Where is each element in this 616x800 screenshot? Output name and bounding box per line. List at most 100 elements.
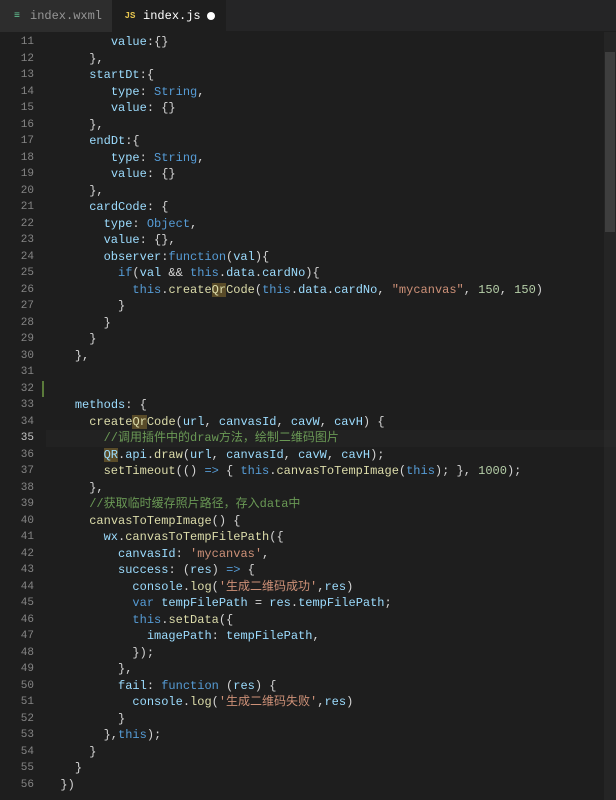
line-number: 40 [6,513,34,530]
line-number: 45 [6,595,34,612]
code-line[interactable]: //调用插件中的draw方法，绘制二维码图片 [46,430,616,447]
line-number: 18 [6,150,34,167]
code-line[interactable]: var tempFilePath = res.tempFilePath; [46,595,616,612]
code-line[interactable]: }, [46,480,616,497]
code-line[interactable]: startDt:{ [46,67,616,84]
code-line[interactable]: }, [46,661,616,678]
line-number: 19 [6,166,34,183]
line-number: 43 [6,562,34,579]
code-line[interactable]: wx.canvasToTempFilePath({ [46,529,616,546]
code-line[interactable]: imagePath: tempFilePath, [46,628,616,645]
code-line[interactable]: observer:function(val){ [46,249,616,266]
code-line[interactable]: } [46,760,616,777]
line-number: 41 [6,529,34,546]
code-area[interactable]: value:{} }, startDt:{ type: String, valu… [46,32,616,800]
line-number: 31 [6,364,34,381]
code-line[interactable]: type: String, [46,84,616,101]
code-line[interactable]: } [46,744,616,761]
line-number: 56 [6,777,34,794]
line-number: 12 [6,51,34,68]
line-number: 39 [6,496,34,513]
code-line[interactable]: }) [46,777,616,794]
line-number: 24 [6,249,34,266]
line-number: 50 [6,678,34,695]
code-line[interactable]: }, [46,183,616,200]
code-line[interactable]: QR.api.draw(url, canvasId, cavW, cavH); [46,447,616,464]
code-line[interactable]: } [46,315,616,332]
line-number: 29 [6,331,34,348]
code-line[interactable]: type: Object, [46,216,616,233]
code-line[interactable]: }, [46,117,616,134]
code-line[interactable]: this.setData({ [46,612,616,629]
line-number: 46 [6,612,34,629]
code-line[interactable]: value:{} [46,34,616,51]
line-number: 22 [6,216,34,233]
line-number: 36 [6,447,34,464]
tab-index-js[interactable]: JS index.js [113,0,226,32]
code-line[interactable]: canvasId: 'mycanvas', [46,546,616,563]
line-number: 55 [6,760,34,777]
line-number: 52 [6,711,34,728]
unsaved-indicator-icon [207,12,215,20]
code-line[interactable]: } [46,711,616,728]
line-number: 37 [6,463,34,480]
line-number: 51 [6,694,34,711]
code-line[interactable]: console.log('生成二维码失败',res) [46,694,616,711]
code-line[interactable]: } [46,331,616,348]
tab-index-wxml[interactable]: ≡ index.wxml [0,0,113,32]
line-number: 16 [6,117,34,134]
line-number: 47 [6,628,34,645]
code-line[interactable]: },this); [46,727,616,744]
line-number: 42 [6,546,34,563]
code-line[interactable]: value: {} [46,100,616,117]
code-line[interactable] [46,364,616,381]
code-line[interactable]: } [46,298,616,315]
code-editor[interactable]: 1112131415161718192021222324252627282930… [0,32,616,800]
code-line[interactable]: cardCode: { [46,199,616,216]
code-line[interactable] [46,381,616,398]
code-line[interactable]: setTimeout(() => { this.canvasToTempImag… [46,463,616,480]
line-number: 30 [6,348,34,365]
code-line[interactable]: methods: { [46,397,616,414]
code-line[interactable]: value: {}, [46,232,616,249]
line-number: 38 [6,480,34,497]
line-number: 28 [6,315,34,332]
line-number: 54 [6,744,34,761]
vertical-scrollbar[interactable] [604,32,616,800]
js-file-icon: JS [123,9,137,23]
line-number: 13 [6,67,34,84]
code-line[interactable]: canvasToTempImage() { [46,513,616,530]
line-number-gutter: 1112131415161718192021222324252627282930… [6,32,46,800]
line-number: 26 [6,282,34,299]
line-number: 32 [6,381,34,398]
tab-bar: ≡ index.wxml JS index.js [0,0,616,32]
code-line[interactable]: endDt:{ [46,133,616,150]
line-number: 53 [6,727,34,744]
code-line[interactable]: }, [46,51,616,68]
code-line[interactable]: type: String, [46,150,616,167]
code-line[interactable]: console.log('生成二维码成功',res) [46,579,616,596]
line-number: 33 [6,397,34,414]
line-number: 21 [6,199,34,216]
line-number: 14 [6,84,34,101]
code-line[interactable]: //获取临时缓存照片路径，存入data中 [46,496,616,513]
line-number: 34 [6,414,34,431]
line-number: 27 [6,298,34,315]
tab-label: index.js [143,9,201,23]
code-line[interactable]: }); [46,645,616,662]
code-line[interactable]: if(val && this.data.cardNo){ [46,265,616,282]
code-line[interactable]: this.createQrCode(this.data.cardNo, "myc… [46,282,616,299]
line-number: 23 [6,232,34,249]
line-number: 25 [6,265,34,282]
line-number: 48 [6,645,34,662]
line-number: 44 [6,579,34,596]
code-line[interactable]: value: {} [46,166,616,183]
line-number: 49 [6,661,34,678]
code-line[interactable]: createQrCode(url, canvasId, cavW, cavH) … [46,414,616,431]
code-line[interactable]: success: (res) => { [46,562,616,579]
code-line[interactable]: fail: function (res) { [46,678,616,695]
line-number: 35 [6,430,34,447]
code-line[interactable]: }, [46,348,616,365]
line-number: 20 [6,183,34,200]
scrollbar-thumb[interactable] [605,52,615,232]
